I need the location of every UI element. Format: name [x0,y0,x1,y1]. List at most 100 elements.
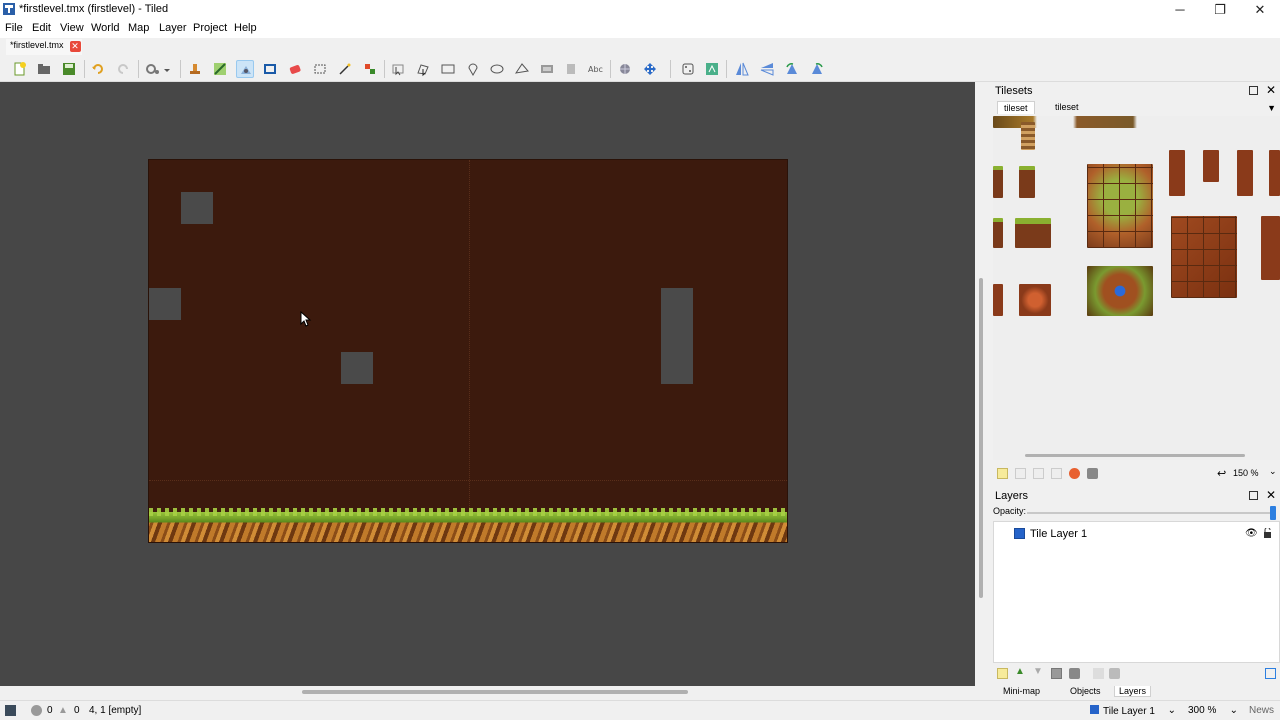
menu-world[interactable]: World [91,22,120,34]
stamp-brush-tool[interactable] [186,60,204,78]
edit-polygons-tool[interactable] [414,60,432,78]
minimize-button[interactable]: ─ [1160,0,1200,20]
save-button[interactable] [60,60,78,78]
menu-edit[interactable]: Edit [32,22,51,34]
insert-tile-tool[interactable] [538,60,556,78]
insert-ellipse-tool[interactable] [488,60,506,78]
scroll-thumb[interactable] [1025,454,1245,457]
lower-layer-icon[interactable]: ▼ [1033,666,1044,677]
menu-layer[interactable]: Layer [159,22,187,34]
dynamic-wrap-icon[interactable]: ↩ [1217,467,1228,480]
map-horizontal-scrollbar[interactable] [0,686,975,698]
tileset-tiles [1269,150,1280,196]
opacity-slider-handle[interactable] [1270,506,1276,520]
insert-template-tool[interactable] [562,60,580,78]
remove-layer-icon[interactable] [1069,668,1080,679]
magic-wand-icon [339,63,351,75]
console-icon[interactable] [5,705,16,716]
layer-visibility-icon[interactable] [1093,668,1104,679]
news-button[interactable]: News [1249,705,1274,716]
bucket-fill-tool[interactable] [261,60,279,78]
select-objects-tool[interactable] [389,60,407,78]
opacity-slider-track[interactable] [1027,512,1271,514]
export-tileset-icon[interactable] [1033,468,1044,479]
remove-tileset-icon[interactable] [1087,468,1098,479]
command-dropdown[interactable] [162,60,172,78]
edit-tileset-icon[interactable] [1051,468,1062,479]
flip-vertical-button[interactable] [758,60,776,78]
text-icon: Abc [588,65,603,74]
map-canvas[interactable] [0,82,975,686]
rotate-right-button[interactable] [808,60,826,78]
error-icon[interactable] [31,705,42,716]
warning-icon[interactable]: ▲ [58,705,69,716]
ground-tiles [149,512,787,542]
flip-horizontal-button[interactable] [733,60,751,78]
duplicate-layer-icon[interactable] [1051,668,1062,679]
wang-brush-tool[interactable] [236,60,254,78]
toolbar-separator [384,60,385,78]
eraser-tool[interactable] [286,60,304,78]
move-arrows-icon [644,63,656,75]
map-vertical-scrollbar[interactable] [975,82,987,686]
menu-help[interactable]: Help [234,22,257,34]
tab-tileset-1[interactable]: tileset [997,101,1035,114]
scroll-thumb[interactable] [302,690,688,694]
tileset-list-dropdown[interactable]: ▼ [1267,103,1276,113]
command-button[interactable] [144,60,162,78]
scroll-thumb[interactable] [979,278,983,598]
move-tool[interactable] [641,60,659,78]
new-tileset-icon[interactable] [997,468,1008,479]
menu-map[interactable]: Map [128,22,149,34]
lock-icon[interactable] [1263,528,1272,538]
new-file-button[interactable] [11,60,29,78]
undo-button[interactable] [89,60,107,78]
insert-text-tool[interactable]: Abc [587,60,605,78]
tab-tileset-2[interactable]: tileset [1049,101,1085,113]
float-panel-icon[interactable] [1249,491,1258,500]
eye-icon[interactable]: 👁 [1245,528,1258,539]
magic-wand-tool[interactable] [336,60,354,78]
select-same-tile-tool[interactable] [361,60,379,78]
world-tool[interactable] [616,60,634,78]
new-layer-icon[interactable] [997,668,1008,679]
random-mode-button[interactable] [679,60,697,78]
chevron-down-icon[interactable]: ⌄ [1269,466,1280,477]
layer-row[interactable]: Tile Layer 1 👁 [994,524,1279,544]
embed-tileset-icon[interactable] [1015,468,1026,479]
rotate-left-button[interactable] [783,60,801,78]
tile-map[interactable] [148,159,788,543]
tileset-properties-icon[interactable] [1069,468,1080,479]
maximize-button[interactable]: ❐ [1200,0,1240,20]
open-file-button[interactable] [35,60,53,78]
tileset-view[interactable] [993,116,1280,450]
zoom-combo[interactable]: 300 % ⌄ [1184,703,1242,719]
insert-point-tool[interactable] [464,60,482,78]
layer-lock-icon[interactable] [1109,668,1120,679]
tab-layers[interactable]: Layers [1114,686,1152,697]
tab-objects[interactable]: Objects [1066,686,1105,696]
current-layer-combo[interactable]: Tile Layer 1 ⌄ [1086,703,1180,719]
highlight-layer-icon[interactable] [1265,668,1276,679]
terrain-brush-tool[interactable] [211,60,229,78]
tileset-zoom[interactable]: 150 % [1233,468,1259,478]
close-tab-icon[interactable]: ✕ [69,41,81,52]
raise-layer-icon[interactable]: ▲ [1015,666,1026,677]
insert-polygon-tool[interactable] [513,60,531,78]
menu-view[interactable]: View [60,22,84,34]
rectangle-select-tool[interactable] [311,60,329,78]
float-panel-icon[interactable] [1249,86,1258,95]
tab-firstlevel[interactable]: *firstlevel.tmx ✕ [6,39,82,55]
tab-minimap[interactable]: Mini-map [999,686,1044,696]
close-panel-icon[interactable]: ✕ [1266,488,1276,502]
close-panel-icon[interactable]: ✕ [1266,83,1276,97]
menu-file[interactable]: File [5,22,23,34]
stamp-icon [190,64,200,74]
close-window-button[interactable]: ✕ [1240,0,1280,20]
tileset-horizontal-scrollbar[interactable] [993,450,1280,460]
menu-project[interactable]: Project [193,22,227,34]
wang-fill-mode-button[interactable] [703,60,721,78]
insert-rectangle-tool[interactable] [439,60,457,78]
tiled-app-icon [3,3,15,15]
redo-button[interactable] [114,60,132,78]
